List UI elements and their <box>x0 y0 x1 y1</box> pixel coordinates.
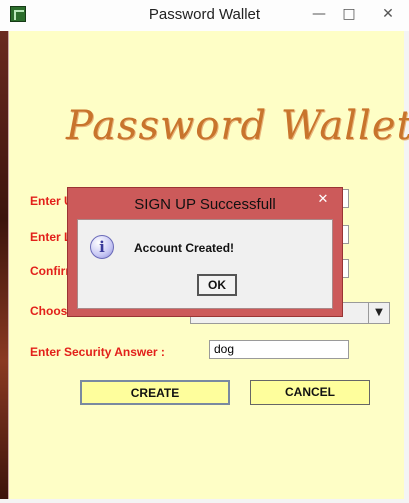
dialog-close-button[interactable]: ✕ <box>310 191 336 209</box>
label-security-question: Choos <box>30 304 68 318</box>
password-wallet-window: Password Wallet — □ ✕ Password Wallet En… <box>0 0 409 503</box>
info-icon: i <box>90 235 114 259</box>
window-border-bottom <box>0 499 409 503</box>
app-logo: Password Wallet <box>66 103 409 149</box>
dialog-body: i Account Created! OK <box>77 219 333 309</box>
dialog-message: Account Created! <box>134 241 235 255</box>
create-button[interactable]: CREATE <box>80 380 230 405</box>
minimize-button[interactable]: — <box>306 4 332 24</box>
background-strip <box>0 31 8 503</box>
close-button[interactable]: ✕ <box>370 4 406 24</box>
window-border <box>404 31 409 503</box>
signup-success-dialog: SIGN UP Successfull ✕ i Account Created!… <box>67 187 343 317</box>
security-answer-field[interactable]: dog <box>209 340 349 359</box>
label-login-password: Enter L <box>30 230 72 244</box>
ok-button[interactable]: OK <box>197 274 237 296</box>
chevron-down-icon[interactable]: ▼ <box>368 303 389 323</box>
cancel-button[interactable]: CANCEL <box>250 380 370 405</box>
maximize-button[interactable]: □ <box>336 4 362 24</box>
label-security-answer: Enter Security Answer : <box>30 345 165 359</box>
title-bar: Password Wallet — □ ✕ <box>0 0 409 31</box>
dialog-title: SIGN UP Successfull <box>134 196 276 213</box>
